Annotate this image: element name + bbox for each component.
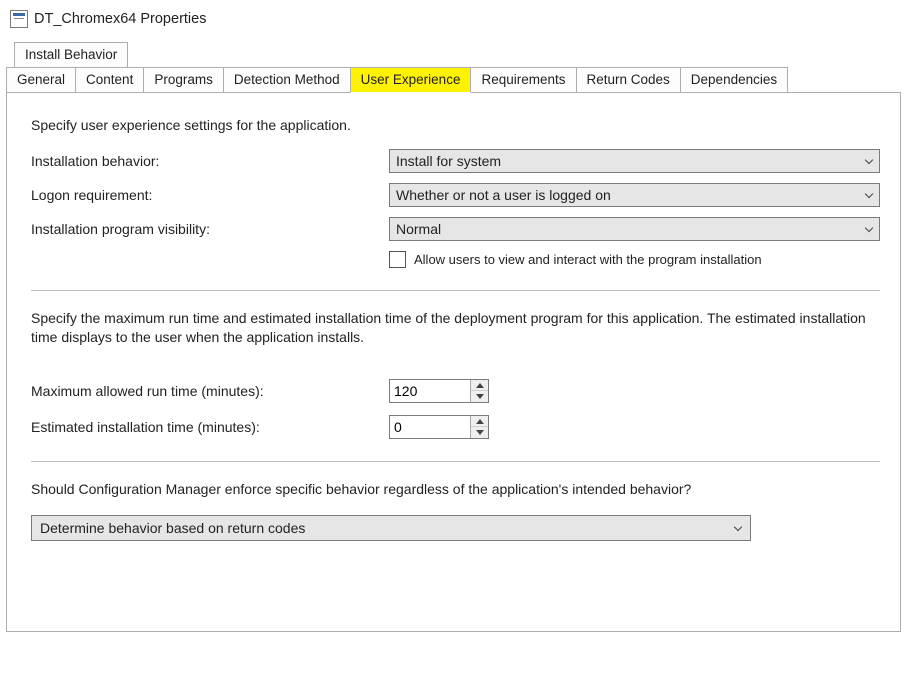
tab-general[interactable]: General (6, 67, 76, 93)
properties-window: DT_Chromex64 Properties Install Behavior… (0, 0, 907, 632)
chevron-down-icon (734, 523, 744, 533)
row-program-visibility: Installation program visibility: Normal (31, 217, 880, 241)
row-est-install: Estimated installation time (minutes): (31, 415, 880, 439)
allow-interact-label: Allow users to view and interact with th… (414, 252, 762, 267)
enforce-behavior-value: Determine behavior based on return codes (40, 520, 305, 536)
row-enforce-behavior: Determine behavior based on return codes (31, 515, 880, 541)
enforce-question-text: Should Configuration Manager enforce spe… (31, 480, 880, 499)
runtime-intro-text: Specify the maximum run time and estimat… (31, 309, 880, 347)
chevron-down-icon (865, 156, 875, 166)
spinner-down-button[interactable] (471, 427, 488, 438)
ux-intro-text: Specify user experience settings for the… (31, 117, 880, 133)
est-install-input[interactable] (390, 416, 470, 438)
chevron-down-icon (476, 394, 484, 399)
row-allow-interact: Allow users to view and interact with th… (389, 251, 880, 268)
tab-return-codes[interactable]: Return Codes (576, 67, 681, 93)
installation-behavior-value: Install for system (396, 153, 501, 169)
chevron-down-icon (865, 224, 875, 234)
window-title: DT_Chromex64 Properties (34, 11, 206, 27)
tab-programs[interactable]: Programs (143, 67, 224, 93)
allow-interact-checkbox[interactable] (389, 251, 406, 268)
row-installation-behavior: Installation behavior: Install for syste… (31, 149, 880, 173)
row-max-runtime: Maximum allowed run time (minutes): (31, 379, 880, 403)
max-runtime-input[interactable] (390, 380, 470, 402)
tab-content[interactable]: Content (75, 67, 144, 93)
window-icon (10, 10, 28, 28)
max-runtime-spinner[interactable] (389, 379, 489, 403)
chevron-down-icon (865, 190, 875, 200)
tab-panel-user-experience: Specify user experience settings for the… (6, 92, 901, 632)
spinner-down-button[interactable] (471, 391, 488, 402)
tab-dependencies[interactable]: Dependencies (680, 67, 788, 93)
program-visibility-value: Normal (396, 221, 441, 237)
separator (31, 290, 880, 291)
tab-area: Install Behavior General Content Program… (0, 42, 907, 632)
logon-requirement-value: Whether or not a user is logged on (396, 187, 611, 203)
tab-detection-method[interactable]: Detection Method (223, 67, 351, 93)
max-runtime-label: Maximum allowed run time (minutes): (31, 383, 389, 399)
logon-requirement-label: Logon requirement: (31, 187, 389, 203)
est-install-label: Estimated installation time (minutes): (31, 419, 389, 435)
spinner-buttons (470, 416, 488, 438)
row-logon-requirement: Logon requirement: Whether or not a user… (31, 183, 880, 207)
spinner-buttons (470, 380, 488, 402)
tab-user-experience[interactable]: User Experience (350, 67, 472, 93)
program-visibility-dropdown[interactable]: Normal (389, 217, 880, 241)
titlebar: DT_Chromex64 Properties (0, 0, 907, 42)
tab-row-upper: Install Behavior (6, 42, 901, 68)
program-visibility-label: Installation program visibility: (31, 221, 389, 237)
est-install-spinner[interactable] (389, 415, 489, 439)
logon-requirement-dropdown[interactable]: Whether or not a user is logged on (389, 183, 880, 207)
spinner-up-button[interactable] (471, 416, 488, 428)
chevron-up-icon (476, 419, 484, 424)
enforce-behavior-dropdown[interactable]: Determine behavior based on return codes (31, 515, 751, 541)
tab-requirements[interactable]: Requirements (470, 67, 576, 93)
installation-behavior-label: Installation behavior: (31, 153, 389, 169)
tab-install-behavior[interactable]: Install Behavior (14, 42, 128, 68)
chevron-down-icon (476, 430, 484, 435)
tab-row-lower: General Content Programs Detection Metho… (6, 67, 901, 93)
spinner-up-button[interactable] (471, 380, 488, 392)
installation-behavior-dropdown[interactable]: Install for system (389, 149, 880, 173)
chevron-up-icon (476, 383, 484, 388)
separator (31, 461, 880, 462)
